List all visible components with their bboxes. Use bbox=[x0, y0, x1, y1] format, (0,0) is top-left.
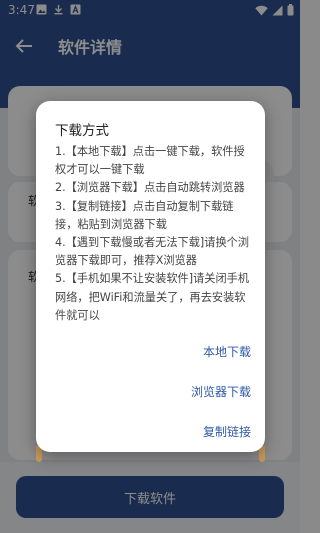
dialog-title: 下载方式 bbox=[55, 123, 109, 139]
dialog-body: 1.【本地下载】点击一键下载，软件授权才可以一键下载 2.【浏览器下载】点击自动… bbox=[55, 143, 251, 325]
copy-link-button[interactable]: 复制链接 bbox=[203, 423, 251, 440]
instruction-line-3: 3.【复制链接】点击自动复制下载链接，粘贴到浏览器下载 bbox=[55, 199, 234, 231]
instruction-line-5: 5.【手机如果不让安装软件]请关闭手机网络，把WiFi和流量关了，再去安装软件就… bbox=[55, 272, 250, 322]
browser-download-button[interactable]: 浏览器下载 bbox=[191, 383, 251, 400]
local-download-button[interactable]: 本地下载 bbox=[203, 343, 251, 360]
instruction-line-1: 1.【本地下载】点击一键下载，软件授权才可以一键下载 bbox=[55, 145, 245, 177]
instruction-line-2: 2.【浏览器下载】点击自动跳转浏览器 bbox=[55, 181, 245, 195]
instruction-line-4: 4.【遇到下载慢或者无法下载]请换个浏览器下载即可，推荐X浏览器 bbox=[55, 236, 250, 268]
download-method-dialog: 下载方式 1.【本地下载】点击一键下载，软件授权才可以一键下载 2.【浏览器下载… bbox=[36, 101, 265, 452]
